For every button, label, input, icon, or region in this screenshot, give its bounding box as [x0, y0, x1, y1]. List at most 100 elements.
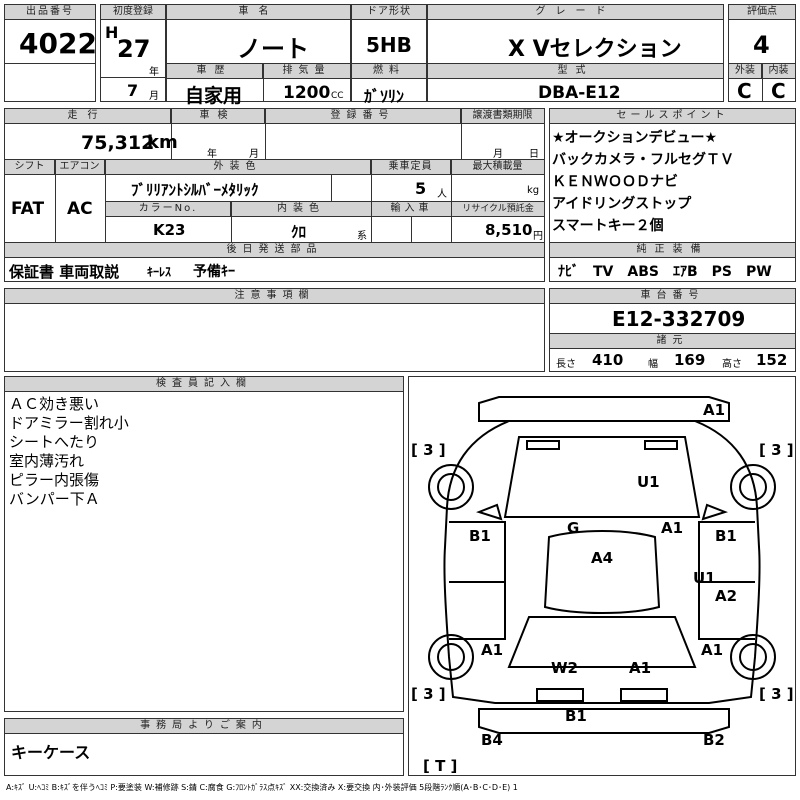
- vehicle-detail-box: 走行 車検 登録番号 譲渡書類期限 75,312 km 年 月 月 日 シフト …: [4, 108, 545, 282]
- door-box: ドア形状 5HB 燃料 ｶﾞｿﾘﾝ: [351, 4, 427, 106]
- color-no-value: K23: [153, 221, 186, 239]
- car-name-value: ノート: [237, 35, 309, 63]
- sales-point-item: アイドリングストップ: [552, 196, 692, 212]
- inspector-line: ピラー内張傷: [9, 471, 100, 489]
- max-load-label: 最大積載量: [451, 160, 544, 175]
- inspector-line: ＡＣ効き悪い: [9, 395, 100, 413]
- width-value: 169: [674, 351, 706, 369]
- later-items-main: 保証書 車両取説: [9, 263, 120, 281]
- sales-point-item: ＫＥＮＷＯＯＤナビ: [552, 174, 678, 190]
- diagram-mark: B4: [481, 731, 503, 749]
- equipment-value: ﾅﾋﾞ TV ABS ｴｱB PS PW: [558, 264, 772, 280]
- inspection-label: 車検: [171, 109, 265, 124]
- transfer-day-unit: 日: [529, 149, 539, 160]
- later-items-small2: 予備ｷｰ: [193, 264, 235, 280]
- diagram-mark: [ 3 ]: [411, 685, 446, 703]
- office-value: キーケース: [11, 743, 91, 762]
- score-value: 4: [753, 31, 770, 59]
- diagram-mark: G: [567, 519, 579, 537]
- exterior-grade-label: 外装: [729, 64, 762, 79]
- sales-points-label: セールスポイント: [550, 109, 795, 124]
- office-label: 事務局よりご案内: [5, 719, 403, 734]
- registration-no-label: 登録番号: [265, 109, 461, 124]
- model-value: DBA-E12: [538, 83, 621, 103]
- history-label: 車歴: [167, 64, 263, 79]
- diagram-mark: B2: [703, 731, 725, 749]
- width-label: 幅: [648, 359, 658, 370]
- model-label: 型式: [428, 64, 723, 79]
- chassis-box: 車台番号 E12-332709 諸元 長さ 410 幅 169 高さ 152: [549, 288, 796, 372]
- inspection-year-unit: 年: [207, 149, 217, 160]
- notes-label: 注意事項欄: [5, 289, 544, 304]
- diagram-mark: [ 3 ]: [411, 441, 446, 459]
- grade-box: グレード X Vセレクション 型式 DBA-E12: [427, 4, 724, 103]
- mileage-value: 75,312: [81, 132, 155, 154]
- interior-grade-label: 内装: [762, 64, 795, 79]
- diagram-mark: U1: [693, 569, 716, 587]
- inspector-line: 室内薄汚れ: [9, 452, 85, 470]
- height-label: 高さ: [722, 359, 742, 370]
- first-registration-box: 初度登録 H 27 年 7 月: [100, 4, 166, 102]
- left-door-rear: [449, 581, 506, 640]
- chassis-value: E12-332709: [612, 307, 746, 331]
- inspector-line: バンパー下Ａ: [9, 490, 100, 508]
- sales-point-item: ★オークションデビュー★: [552, 130, 718, 146]
- specs-label: 諸元: [550, 334, 795, 349]
- length-value: 410: [592, 351, 624, 369]
- diagram-mark: U1: [637, 473, 660, 491]
- rear-bumper-outline: [478, 708, 730, 734]
- first-registration-month-unit: 月: [149, 91, 159, 102]
- interior-color-unit: 系: [357, 231, 367, 242]
- recycle-label: リサイクル預託金: [452, 202, 544, 217]
- grade-label: グレード: [428, 5, 723, 20]
- lot-box: 出品番号 4022: [4, 4, 97, 102]
- wheel-front-left: [428, 464, 474, 510]
- length-label: 長さ: [556, 359, 576, 370]
- diagram-mark: A4: [591, 549, 613, 567]
- diagram-mark: A1: [701, 641, 723, 659]
- diagram-mark: A1: [703, 401, 725, 419]
- interior-color-value: ｸﾛ: [291, 223, 307, 241]
- recycle-value: 8,510: [485, 221, 533, 239]
- first-registration-month: 7: [127, 81, 139, 100]
- equipment-label: 純正装備: [550, 243, 795, 258]
- diagram-mark: [ 3 ]: [759, 441, 794, 459]
- lot-label: 出品番号: [5, 5, 95, 20]
- sales-point-item: バックカメラ・フルセグＴＶ: [552, 152, 734, 168]
- lot-number: 4022: [19, 27, 97, 60]
- car-name-label: 車名: [167, 5, 350, 20]
- score-label: 評価点: [729, 5, 795, 20]
- exterior-color-label: 外装色: [105, 160, 371, 175]
- transfer-deadline-label: 譲渡書類期限: [461, 109, 544, 124]
- front-bumper-outline: [478, 396, 730, 422]
- diagram-mark: [ T ]: [423, 757, 457, 775]
- exterior-color-value: ﾌﾞﾘﾘｱﾝﾄｼﾙﾊﾞｰﾒﾀﾘｯｸ: [131, 181, 259, 199]
- first-registration-year: 27: [117, 35, 151, 63]
- first-registration-year-unit: 年: [149, 67, 159, 78]
- diagram-mark: B1: [715, 527, 737, 545]
- exterior-grade-value: C: [737, 79, 752, 103]
- diagram-mark: B1: [565, 707, 587, 725]
- capacity-label: 乗車定員: [371, 160, 451, 175]
- sales-points-box: セールスポイント ★オークションデビュー★ バックカメラ・フルセグＴＶ ＫＥＮＷ…: [549, 108, 796, 282]
- grade-value: X Vセレクション: [508, 37, 682, 62]
- max-load-unit: kg: [527, 185, 540, 196]
- shift-label: シフト: [5, 160, 55, 175]
- score-box: 評価点 4 外装 内装 C C: [728, 4, 796, 103]
- displacement-label: 排気量: [263, 64, 350, 79]
- displacement-unit: CC: [331, 91, 344, 101]
- diagram-mark: W2: [551, 659, 578, 677]
- aircon-label: エアコン: [55, 160, 105, 175]
- interior-grade-value: C: [771, 79, 786, 103]
- diagram-mark: [ 3 ]: [759, 685, 794, 703]
- door-label: ドア形状: [352, 5, 426, 20]
- inspector-label: 検査員記入欄: [5, 377, 403, 392]
- fuel-label: 燃料: [352, 64, 426, 79]
- car-diagram: A1 [ 3 ] [ 3 ] U1 B1 G A1 B1 A4 U1 A2 A1…: [411, 396, 794, 775]
- fuel-value: ｶﾞｿﾘﾝ: [364, 87, 405, 106]
- inspector-line: ドアミラー割れ小: [9, 414, 129, 432]
- roof-outline: [543, 530, 661, 614]
- legend-text: A:ｷｽﾞ U:ﾍｺﾐ B:ｷｽﾞを伴うﾍｺﾐ P:要塗装 W:補修跡 S:錆 …: [6, 783, 518, 792]
- sales-point-item: スマートキー２個: [552, 218, 664, 234]
- history-value: 自家用: [185, 85, 243, 107]
